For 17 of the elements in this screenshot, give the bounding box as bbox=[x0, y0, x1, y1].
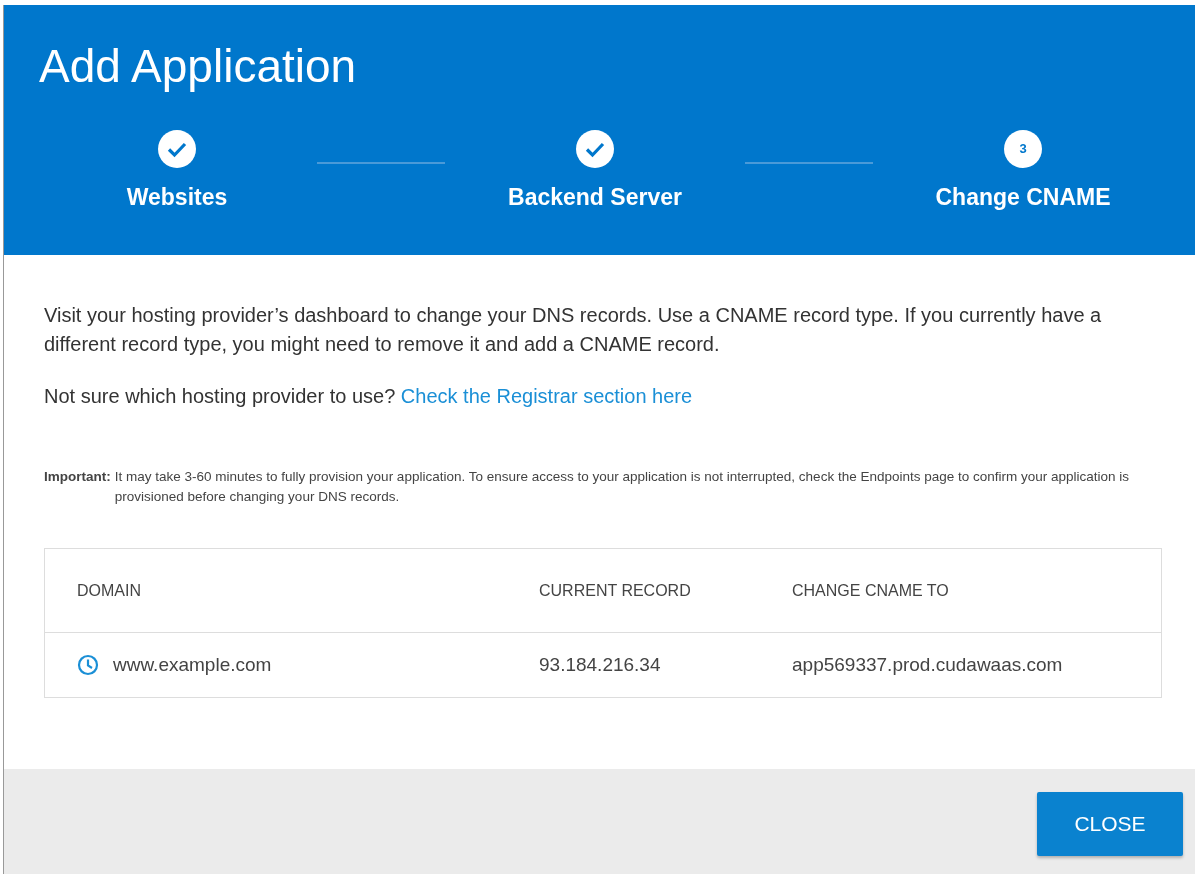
table-cell-text: www.example.com bbox=[113, 652, 272, 677]
table-cell-text: app569337.prod.cudawaas.com bbox=[792, 652, 1063, 677]
table-cell-text: 93.184.216.34 bbox=[539, 652, 662, 677]
dialog-title: Add Application bbox=[39, 39, 358, 94]
column-header: DOMAIN bbox=[76, 580, 142, 601]
step-label: Change CNAME bbox=[935, 183, 1111, 213]
close-button[interactable]: CLOSE bbox=[1037, 792, 1183, 856]
step-label: Websites bbox=[126, 183, 228, 213]
registrar-link[interactable]: Check the Registrar section here bbox=[400, 385, 693, 407]
column-header: CHANGE CNAME TO bbox=[792, 580, 949, 601]
column-header: CURRENT RECORD bbox=[539, 580, 692, 601]
important-label: Important: bbox=[44, 468, 111, 486]
important-note: It may take 3-60 minutes to fully provision your application. To ensure access to your application is not interrupted, check the Endpoints page to confirm your application is provisioned before changing your DNS records. bbox=[114, 468, 1131, 506]
registrar-question: Not sure which hosting provider to use? Check the Registrar section here bbox=[44, 384, 694, 409]
step-label: Backend Server bbox=[508, 183, 682, 213]
instructions-text: Visit your hosting provider’s dashboard to change your DNS records. Use a CNAME record type. If you currently have a different record type, you might need to remove it and add a CNAME record. bbox=[44, 303, 1103, 357]
step-number: 3 bbox=[1004, 130, 1042, 169]
